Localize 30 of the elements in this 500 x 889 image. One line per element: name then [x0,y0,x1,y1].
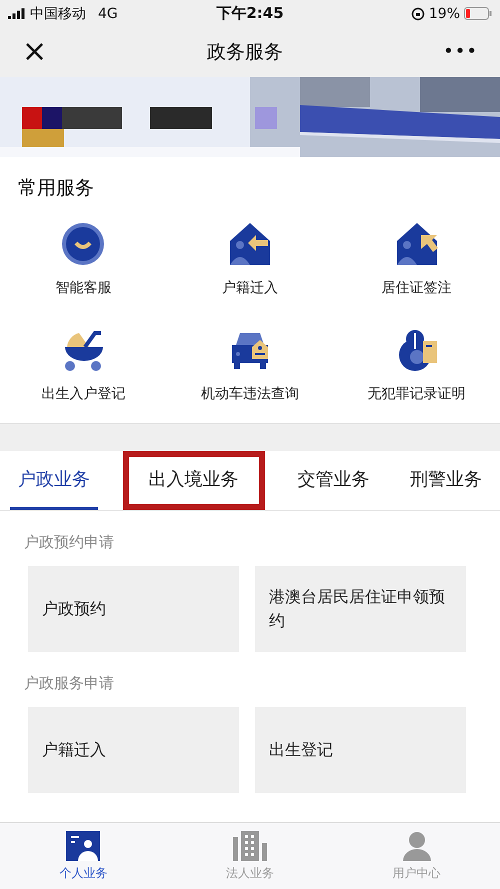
category-tab[interactable]: 出入境业务 [122,451,265,510]
service-item[interactable]: 居住证签注 [333,221,500,297]
service-card[interactable]: 户籍迁入 [28,707,239,793]
section-title: 常用服务 [17,176,95,201]
category-tab[interactable]: 刑警业务 [402,451,490,510]
service-item[interactable]: 出生入户登记 [0,327,167,403]
close-button[interactable]: × [18,37,52,67]
battery-icon [464,7,492,20]
signal-icon [8,8,26,19]
carrier-name: 中国移动 [30,4,86,22]
category-tab[interactable]: 户政业务 [10,451,98,510]
bottom-tab[interactable]: 个人业务 [0,823,167,889]
service-card[interactable]: 港澳台居民居住证申领预约 [255,566,466,652]
service-item[interactable]: 智能客服 [0,221,167,297]
service-item[interactable]: 无犯罪记录证明 [333,327,500,403]
service-item[interactable]: 机动车违法查询 [166,327,334,403]
more-button[interactable]: ••• [439,43,482,61]
clock-time: 下午2:45 [216,4,284,23]
page-title: 政务服务 [207,40,284,65]
category-tab[interactable]: 交管业务 [289,451,378,510]
id-card-icon [66,830,100,860]
building-icon [233,830,267,860]
network-type: 4G [98,6,118,22]
rotation-lock-icon [410,6,425,20]
service-card[interactable]: 户政预约 [28,566,239,652]
service-card[interactable]: 出生登记 [255,707,466,793]
battery-percent: 19% [428,6,460,22]
subsection-title: 户政预约申请 [23,532,115,553]
service-item[interactable]: 户籍迁入 [166,221,334,297]
subsection-title: 户政服务申请 [23,673,115,694]
